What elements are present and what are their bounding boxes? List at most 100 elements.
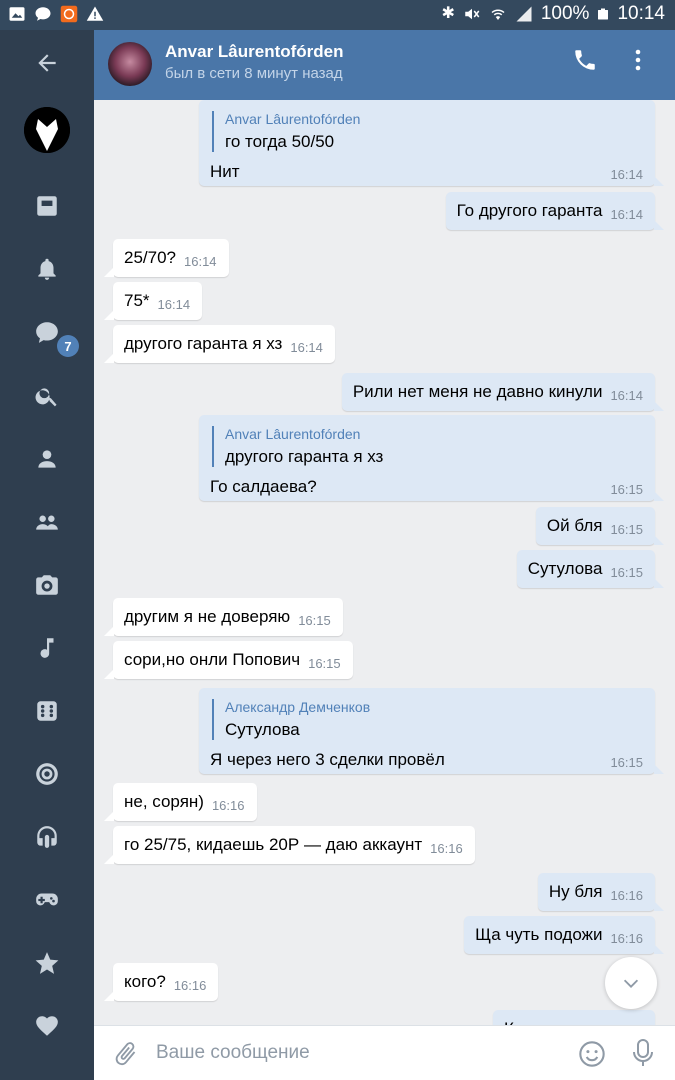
status-bar: ✱ 100% 10:14 (0, 0, 675, 30)
reply-quote[interactable]: Anvar Lâurentofórden го тогда 50/50 (212, 111, 643, 152)
reply-quote[interactable]: Anvar Lâurentofórden другого гаранта я х… (212, 426, 643, 467)
message-time: 16:16 (610, 888, 643, 903)
message-text: Ну бля (548, 882, 603, 901)
message-time: 16:14 (157, 297, 191, 312)
signal-icon (516, 6, 532, 22)
message-in[interactable]: 75* 16:14 (103, 282, 203, 320)
message-out[interactable]: Александр Демченков Сутулова Я через нег… (199, 688, 664, 774)
status-right: ✱ 100% 10:14 (441, 3, 665, 25)
message-out[interactable]: Ща чуть подожи 16:16 (464, 916, 664, 954)
message-out[interactable]: Anvar Lâurentofórden другого гаранта я х… (199, 415, 664, 501)
sidebar-item-photos[interactable] (0, 565, 94, 605)
phone-icon[interactable] (572, 47, 598, 73)
message-time: 16:15 (610, 522, 643, 537)
message-time: 16:14 (610, 207, 643, 222)
message-text: го 25/75, кидаешь 20Р — даю аккаунт (124, 835, 423, 854)
message-in[interactable]: кого? 16:16 (103, 963, 219, 1001)
gallery-icon (9, 7, 25, 21)
chat-header: Anvar Lâurentofórden был в сети 8 минут … (94, 30, 675, 100)
message-time: 16:15 (298, 613, 331, 628)
message-list[interactable]: Anvar Lâurentofórden го тогда 50/50 Нит … (94, 100, 675, 1025)
message-text: не, сорян) (124, 792, 204, 811)
message-time: 16:15 (610, 482, 643, 497)
back-arrow-icon (38, 54, 56, 72)
user-icon (38, 450, 56, 468)
message-text: Нит (210, 162, 240, 181)
emoji-icon[interactable] (578, 1040, 606, 1068)
sidebar-item-likes[interactable] (0, 1006, 94, 1046)
message-text: Ой бля (546, 516, 603, 535)
message-time: 16:15 (610, 755, 643, 770)
bluetooth-icon: ✱ (441, 5, 455, 22)
message-out[interactable]: Сутулова 16:15 (516, 550, 665, 588)
message-in[interactable]: не, сорян) 16:16 (104, 783, 257, 821)
news-icon (37, 196, 57, 216)
sidebar-item-favorites[interactable] (0, 943, 94, 983)
sidebar-item-music[interactable] (0, 628, 94, 668)
message-out[interactable]: Го другого гаранта 16:14 (445, 192, 665, 230)
message-time: 16:15 (308, 656, 341, 671)
message-text: 75* (124, 291, 150, 310)
sidebar-item-games[interactable] (0, 880, 94, 920)
paperclip-icon[interactable] (112, 1040, 140, 1068)
message-in[interactable]: другим я не доверяю 16:15 (104, 598, 343, 636)
sidebar-item-target[interactable] (0, 754, 94, 794)
contact-name[interactable]: Anvar Lâurentofórden (165, 42, 344, 62)
message-text: другим я не доверяю (124, 607, 291, 626)
sidebar-item-friends[interactable] (0, 502, 94, 542)
message-text: 25/70? (124, 248, 176, 267)
warning-icon (86, 6, 104, 21)
message-out[interactable]: Ну бля 16:16 (537, 873, 665, 911)
sidebar-item-notifications[interactable] (0, 249, 94, 289)
message-text: Рили нет меня не давно кинули (352, 382, 603, 401)
contact-last-seen: был в сети 8 минут назад (165, 65, 343, 82)
bell-icon (38, 258, 56, 280)
camera-icon (36, 575, 58, 595)
scroll-to-bottom-button[interactable] (605, 957, 657, 1009)
apps-icon (37, 701, 57, 721)
star-icon (35, 952, 59, 974)
suit-avatar-icon (24, 107, 70, 153)
music-icon (40, 638, 54, 658)
composer (94, 1025, 675, 1080)
message-text: кого? (124, 972, 166, 991)
profile-avatar[interactable] (24, 107, 70, 153)
reply-author: Александр Демченков (225, 699, 371, 715)
sidebar-item-messages[interactable] (0, 312, 94, 352)
more-vertical-icon[interactable] (628, 47, 648, 73)
back-button[interactable] (0, 43, 94, 83)
message-out[interactable]: К (493, 1010, 655, 1025)
reply-author: Anvar Lâurentofórden (225, 426, 361, 442)
message-text: Го другого гаранта (456, 201, 603, 220)
reply-author: Anvar Lâurentofórden (225, 111, 361, 127)
reply-text: Сутулова (225, 720, 300, 739)
contact-avatar[interactable] (108, 42, 152, 86)
messages-icon (36, 322, 58, 343)
message-time: 16:14 (184, 254, 217, 269)
message-time: 16:14 (610, 167, 643, 182)
sidebar-item-apps[interactable] (0, 691, 94, 731)
reply-quote[interactable]: Александр Демченков Сутулова (212, 699, 643, 740)
sidebar-item-profile[interactable] (0, 439, 94, 479)
message-in[interactable]: го 25/75, кидаешь 20Р — даю аккаунт 16:16 (104, 826, 475, 864)
message-time: 16:15 (610, 565, 643, 580)
reply-text: другого гаранта я хз (225, 447, 384, 466)
microphone-icon[interactable] (632, 1038, 654, 1068)
message-in[interactable]: сори,но онли Попович 16:15 (104, 641, 353, 679)
message-in[interactable]: другого гаранта я хз 16:14 (104, 325, 335, 363)
message-in[interactable]: 25/70? 16:14 (104, 239, 229, 277)
sidebar-item-search[interactable] (0, 376, 94, 416)
podcast-icon (37, 826, 57, 848)
message-out[interactable]: Anvar Lâurentofórden го тогда 50/50 Нит … (199, 100, 664, 186)
sidebar-item-news[interactable] (0, 186, 94, 226)
message-out[interactable]: Ой бля 16:15 (535, 507, 665, 545)
reply-text: го тогда 50/50 (225, 132, 335, 151)
sidebar-item-podcasts[interactable] (0, 817, 94, 857)
message-text: сори,но онли Попович (124, 650, 301, 669)
message-out[interactable]: Рили нет меня не давно кинули 16:14 (341, 373, 665, 411)
message-time: 16:16 (610, 931, 643, 946)
app-icon (60, 5, 78, 23)
target-icon (36, 763, 58, 785)
message-text: Ща чуть подожи (475, 925, 603, 944)
message-input[interactable] (156, 1036, 556, 1070)
